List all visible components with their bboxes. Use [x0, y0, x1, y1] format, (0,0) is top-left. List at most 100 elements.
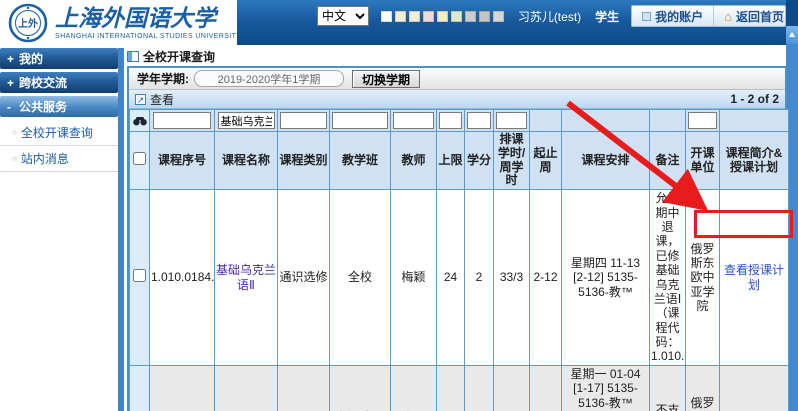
theme-color-swatch[interactable] — [423, 11, 434, 22]
my-account-label: 我的账户 — [655, 8, 703, 25]
select-all-checkbox[interactable] — [133, 152, 146, 165]
filter-department-input[interactable] — [688, 112, 717, 129]
view-teaching-plan-link[interactable]: 查看授课计划 — [724, 263, 784, 291]
col-header-weeks: 起止周 — [530, 132, 562, 190]
return-home-button[interactable]: ⌂ 返回首页 — [714, 6, 786, 26]
cell-course-no: 2.112.0025.01 — [150, 365, 215, 411]
return-home-label: 返回首页 — [736, 8, 784, 25]
filter-credits-input[interactable] — [467, 112, 492, 129]
search-binoculars-icon — [133, 116, 147, 126]
sidebar-item-cross-school[interactable]: + 跨校交流 — [0, 72, 118, 93]
user-role-label: 学生 — [595, 8, 619, 25]
header-button-bar: 我的账户 ⌂ 返回首页 退出 — [631, 5, 786, 27]
col-header-remark: 备注 — [650, 132, 686, 190]
cell-remark: 允许期中退课，已修基础乌克兰语Ⅰ（课程代码：1.010.0604） — [650, 190, 686, 366]
col-header-course-name: 课程名称 — [215, 132, 278, 190]
bullet-icon: ○ — [12, 154, 17, 163]
collapse-icon: - — [7, 100, 19, 114]
bullet-icon: ○ — [12, 128, 17, 137]
semester-value-field[interactable]: 2019-2020学年1学期 — [194, 70, 344, 87]
col-header-course-no: 课程序号 — [150, 132, 215, 190]
col-header-teacher: 教师 — [391, 132, 437, 190]
theme-color-swatch[interactable] — [479, 11, 490, 22]
university-name-en: SHANGHAI INTERNATIONAL STUDIES UNIVERSIT… — [55, 33, 241, 40]
svg-text:上外: 上外 — [18, 17, 38, 30]
cell-department: 俄罗斯东欧中亚学院 — [686, 190, 720, 366]
cell-department: 俄罗斯东欧中亚学院 — [686, 365, 720, 411]
cell-hours: 204/12 — [494, 365, 530, 411]
sidebar-item-label: 公共服务 — [19, 98, 67, 115]
course-table: 课程序号 课程名称 课程类别 教学班 教师 上限 学分 排课学时/周学时 起止周… — [129, 109, 789, 411]
filter-hours-input[interactable] — [496, 112, 527, 129]
cell-category: 大类平台课程 — [278, 365, 330, 411]
sidebar-item-mine[interactable]: + 我的 — [0, 48, 118, 69]
sidebar-subitem-course-query[interactable]: ○ 全校开课查询 — [0, 120, 118, 146]
account-icon — [642, 12, 651, 21]
cell-schedule: 星期四 11-13 [2-12] 5135-5136-教™ — [562, 190, 650, 366]
cell-limit: 15 — [437, 365, 465, 411]
cell-weeks: 1-17 — [530, 365, 562, 411]
sidebar-divider — [118, 48, 124, 411]
page-title-icon — [127, 51, 139, 62]
col-header-plan: 课程简介&授课计划 — [720, 132, 789, 190]
col-header-credits: 学分 — [465, 132, 494, 190]
table-header-row: 课程序号 课程名称 课程类别 教学班 教师 上限 学分 排课学时/周学时 起止周… — [130, 132, 789, 190]
language-select[interactable]: 中文 — [317, 6, 369, 26]
cell-teacher: 梅颖 — [391, 190, 437, 366]
page-title: 全校开课查询 — [143, 48, 215, 65]
my-account-button[interactable]: 我的账户 — [632, 6, 714, 26]
course-name-link[interactable]: 基础乌克兰语Ⅱ — [216, 263, 276, 291]
cell-teaching-class: 全校 — [330, 190, 391, 366]
cell-teacher: 许丽莎，梅颖 — [391, 365, 437, 411]
view-toolbar-label[interactable]: 查看 — [150, 91, 174, 108]
sidebar-item-label: 跨校交流 — [19, 74, 67, 91]
filter-limit-input[interactable] — [439, 112, 463, 129]
theme-color-swatch[interactable] — [465, 11, 476, 22]
col-header-teaching-class: 教学班 — [330, 132, 391, 190]
filter-teaching-class-input[interactable] — [332, 112, 387, 129]
cell-credits: 5 — [465, 365, 494, 411]
cell-course-no: 1.010.0184.01 — [150, 190, 215, 366]
scrollbar-top-cap — [786, 0, 798, 26]
view-icon: ↗ — [135, 94, 146, 105]
theme-color-swatch[interactable] — [437, 11, 448, 22]
sidebar-item-public-services[interactable]: - 公共服务 — [0, 96, 118, 117]
filter-teacher-input[interactable] — [393, 112, 434, 129]
home-icon: ⌂ — [724, 10, 732, 23]
sidebar-subitem-messages[interactable]: ○ 站内消息 — [0, 146, 118, 172]
cell-weeks: 2-12 — [530, 190, 562, 366]
pagination-label: 1 - 2 of 2 — [730, 92, 779, 106]
top-header-bar: 中文 习苏儿(test) 学生 我的账户 ⌂ 返回首页 退出 — [237, 0, 786, 45]
content-box: 学年学期: 2019-2020学年1学期 切换学期 ↗ 查看 1 - 2 of … — [127, 66, 787, 411]
theme-color-swatch[interactable] — [381, 11, 392, 22]
filter-row — [130, 110, 789, 132]
theme-color-swatch[interactable] — [451, 11, 462, 22]
table-row: 2.112.0025.01 基础乌克兰语Ⅲ 大类平台课程 班级:乌克兰语2018… — [130, 365, 789, 411]
sidebar-item-label: 我的 — [19, 50, 43, 67]
switch-semester-button[interactable]: 切换学期 — [352, 70, 420, 88]
semester-label: 学年学期: — [137, 70, 189, 87]
cell-teaching-class: 班级:乌克兰语2018级1班 — [330, 365, 391, 411]
theme-color-swatch[interactable] — [409, 11, 420, 22]
col-header-department: 开课单位 — [686, 132, 720, 190]
filter-category-input[interactable] — [280, 112, 327, 129]
theme-color-swatch[interactable] — [493, 11, 504, 22]
filter-course-no-input[interactable] — [153, 112, 212, 129]
university-name: 上海外国语大学 — [55, 7, 241, 30]
username-label: 习苏儿(test) — [518, 8, 581, 25]
logo-zone: 上外 上海外国语大学 SHANGHAI INTERNATIONAL STUDIE… — [0, 0, 237, 46]
cell-credits: 2 — [465, 190, 494, 366]
col-header-category: 课程类别 — [278, 132, 330, 190]
university-seal-logo: 上外 — [8, 3, 48, 43]
theme-color-swatch[interactable] — [395, 11, 406, 22]
cell-remark: 不支持期中退课 — [650, 365, 686, 411]
sidebar-subitem-label: 站内消息 — [21, 150, 69, 167]
row-checkbox[interactable] — [133, 269, 146, 282]
main-content: 全校开课查询 学年学期: 2019-2020学年1学期 切换学期 ↗ 查看 1 … — [127, 48, 787, 411]
cell-hours: 33/3 — [494, 190, 530, 366]
scroll-up-button[interactable] — [786, 26, 798, 44]
cell-category: 通识选修 — [278, 190, 330, 366]
filter-course-name-input[interactable] — [218, 112, 275, 129]
sidebar-subitem-label: 全校开课查询 — [21, 124, 93, 141]
course-query-page: { "header": { "logo": { "title": "上海外国语大… — [0, 0, 798, 411]
